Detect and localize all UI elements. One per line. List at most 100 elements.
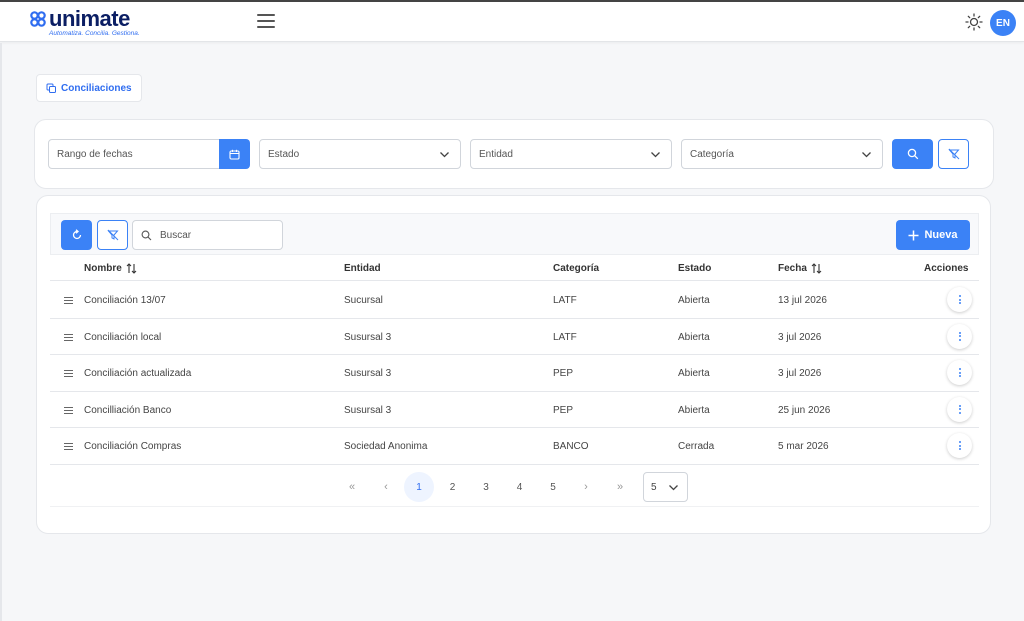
table-search[interactable] — [132, 220, 283, 250]
row-actions-button[interactable] — [947, 287, 972, 312]
categoria-select[interactable]: Categoría — [681, 139, 883, 169]
data-table: Nueva Nombre Entidad Categoría Estado Fe… — [50, 213, 979, 508]
estado-select[interactable]: Estado — [259, 139, 461, 169]
drag-handle-icon[interactable] — [64, 297, 73, 306]
entidad-select[interactable]: Entidad — [470, 139, 672, 169]
cell-categoria: LATF — [553, 295, 577, 306]
cell-nombre: Conciliación Compras — [84, 441, 182, 452]
header-fecha[interactable]: Fecha — [778, 263, 822, 274]
drag-handle-icon[interactable] — [64, 333, 73, 343]
header-nombre-label: Nombre — [84, 263, 122, 274]
new-button-label: Nueva — [924, 229, 958, 241]
more-vertical-icon — [958, 294, 961, 306]
search-input[interactable] — [160, 229, 270, 241]
cell-entidad: Susursal 3 — [344, 404, 392, 416]
page-button[interactable]: 1 — [404, 472, 434, 502]
pagination: « ‹ 12345 › » 5 — [50, 469, 979, 507]
cell-fecha: 25 jun 2026 — [778, 404, 831, 416]
breadcrumb-label: Conciliaciones — [61, 82, 132, 94]
cell-entidad: Susursal 3 — [344, 331, 392, 343]
calendar-icon — [229, 149, 240, 160]
search-icon — [907, 148, 918, 160]
first-page-button[interactable]: « — [337, 472, 367, 502]
table-row[interactable]: Conciliación Compras Sociedad Anonima BANC… — [50, 428, 979, 465]
table-row[interactable]: Conciliación 13/07 Sucursal LATF Abierta 13 … — [50, 282, 979, 319]
date-range-placeholder: Rango de fechas — [57, 148, 133, 160]
chevron-down-icon — [862, 152, 871, 158]
table-toolbar: Nueva — [50, 213, 979, 255]
filter-clear-icon — [106, 229, 119, 241]
entidad-select-label: Entidad — [479, 148, 513, 160]
page-button[interactable]: 2 — [438, 472, 468, 502]
chevron-down-icon — [669, 485, 678, 491]
search-button[interactable] — [892, 139, 933, 169]
breadcrumb-conciliaciones[interactable]: Conciliaciones — [36, 74, 142, 102]
cell-estado: Abierta — [678, 295, 710, 306]
cell-nombre: Concilliación Banco — [84, 404, 172, 416]
theme-toggle-sun-icon[interactable] — [965, 13, 983, 31]
page-size-select[interactable]: 5 — [643, 472, 688, 502]
drag-handle-icon[interactable] — [64, 370, 73, 379]
table-panel: Nueva Nombre Entidad Categoría Estado Fe… — [36, 195, 991, 534]
drag-handle-icon[interactable] — [64, 406, 73, 416]
drag-handle-icon[interactable] — [64, 443, 73, 452]
plus-icon — [908, 230, 919, 240]
date-range-input[interactable]: Rango de fechas — [48, 139, 220, 169]
language-avatar[interactable]: EN — [990, 10, 1016, 36]
cell-nombre: Conciliación local — [84, 331, 162, 343]
row-actions-button[interactable] — [947, 396, 972, 422]
prev-page-button[interactable]: ‹ — [371, 472, 401, 502]
page-size-value: 5 — [651, 481, 657, 493]
table-filter-button[interactable] — [97, 220, 128, 250]
page-button[interactable]: 5 — [538, 472, 568, 502]
menu-toggle-icon[interactable] — [257, 14, 275, 28]
header-fecha-label: Fecha — [778, 263, 807, 274]
cell-nombre: Conciliación actualizada — [84, 368, 192, 379]
more-vertical-icon — [958, 330, 961, 342]
logo[interactable]: unimate Automatiza. Concilia. Gestiona. — [30, 8, 140, 37]
cell-estado: Abierta — [678, 331, 710, 343]
row-actions-button[interactable] — [947, 433, 972, 458]
cell-fecha: 5 mar 2026 — [778, 441, 829, 452]
brand-name: unimate — [49, 6, 130, 31]
copy-icon — [46, 83, 56, 93]
cell-categoria: BANCO — [553, 441, 589, 452]
filter-panel: Rango de fechas Estado Entidad Categoría — [34, 119, 994, 189]
header-entidad: Entidad — [344, 263, 381, 274]
table-row[interactable]: Conciliación local Susursal 3 LATF Abierta 3… — [50, 319, 979, 355]
table-row[interactable]: Concilliación Banco Susursal 3 PEP Abierta 2… — [50, 392, 979, 428]
search-icon — [141, 230, 152, 240]
filter-clear-icon — [947, 148, 960, 160]
new-button[interactable]: Nueva — [896, 220, 970, 250]
cell-fecha: 3 jul 2026 — [778, 331, 822, 343]
page-button[interactable]: 4 — [505, 472, 535, 502]
cell-estado: Abierta — [678, 404, 710, 416]
logo-mark-icon — [30, 11, 46, 27]
cell-fecha: 3 jul 2026 — [778, 368, 822, 379]
cell-categoria: PEP — [553, 368, 574, 379]
next-page-button[interactable]: › — [571, 472, 601, 502]
table-row[interactable]: Conciliación actualizada Susursal 3 PEP Abi… — [50, 355, 979, 392]
cell-nombre: Conciliación 13/07 — [84, 295, 166, 306]
top-bar: unimate Automatiza. Concilia. Gestiona. … — [0, 0, 1024, 42]
header-estado: Estado — [678, 263, 712, 274]
chevron-down-icon — [440, 152, 449, 158]
header-acciones: Acciones — [924, 263, 969, 274]
clear-filter-button[interactable] — [938, 139, 969, 169]
cell-fecha: 13 jul 2026 — [778, 295, 827, 306]
sidebar-rail — [0, 43, 2, 621]
more-vertical-icon — [958, 403, 961, 415]
last-page-button[interactable]: » — [605, 472, 635, 502]
calendar-button[interactable] — [219, 139, 250, 169]
cell-estado: Abierta — [678, 368, 710, 379]
chevron-down-icon — [651, 152, 660, 158]
row-actions-button[interactable] — [947, 360, 972, 385]
cell-categoria: PEP — [553, 404, 574, 416]
refresh-icon — [72, 229, 81, 240]
refresh-button[interactable] — [61, 220, 92, 250]
header-nombre[interactable]: Nombre — [84, 263, 137, 274]
page-button[interactable]: 3 — [471, 472, 501, 502]
sort-icon — [811, 263, 822, 274]
row-actions-button[interactable] — [947, 323, 972, 349]
cell-entidad: Sucursal — [344, 295, 383, 306]
